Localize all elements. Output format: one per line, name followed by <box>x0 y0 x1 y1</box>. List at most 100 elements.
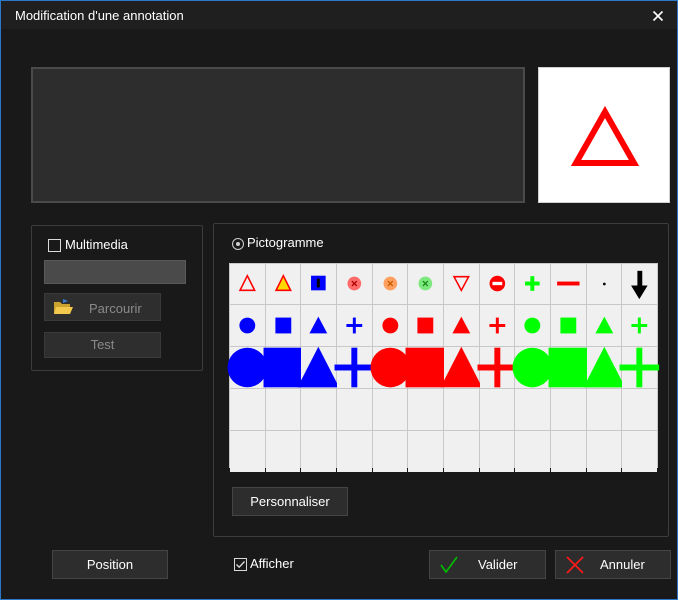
pictogram-cell-empty[interactable] <box>479 431 515 472</box>
pictogram-cell[interactable] <box>479 305 515 346</box>
red-triangle-small-icon <box>452 316 471 334</box>
green-x-circle-icon <box>418 276 433 291</box>
blue-square-large-icon <box>263 347 303 388</box>
pictogram-cell[interactable] <box>337 305 372 346</box>
pictogram-cell[interactable] <box>622 305 657 346</box>
pictogram-cell[interactable] <box>337 264 372 304</box>
pictogram-cell-empty[interactable] <box>265 389 301 430</box>
pictogram-cell[interactable] <box>444 305 479 346</box>
pictogram-radio[interactable] <box>232 238 244 250</box>
show-checkbox[interactable] <box>234 558 247 571</box>
pictogram-cell[interactable] <box>408 305 443 346</box>
pictogram-cell-empty[interactable] <box>337 389 372 430</box>
blue-triangle-small-icon <box>309 316 328 334</box>
pictogram-cell-empty[interactable] <box>408 389 443 430</box>
pictogram-cell[interactable] <box>479 264 515 304</box>
pictogram-cell-empty[interactable] <box>301 431 336 472</box>
blue-square-small-icon <box>275 317 291 334</box>
pictogram-cell[interactable] <box>440 346 483 388</box>
pictogram-cell[interactable] <box>372 264 408 304</box>
green-plus-small-icon <box>631 317 648 334</box>
pictogram-cell[interactable] <box>551 305 586 346</box>
pictogram-cell[interactable] <box>265 264 301 304</box>
window-title: Modification d'une annotation <box>15 8 184 23</box>
pictogram-cell[interactable] <box>551 264 586 304</box>
pictogram-cell-empty[interactable] <box>265 431 301 472</box>
open-folder-icon <box>53 298 73 316</box>
pictogram-cell-empty[interactable] <box>586 389 622 430</box>
pictogram-cell[interactable] <box>548 347 589 388</box>
pictogram-cell-empty[interactable] <box>230 389 265 430</box>
black-dot-icon <box>602 282 606 286</box>
pictogram-cell[interactable] <box>405 347 446 388</box>
cancel-button[interactable]: Annuler <box>555 550 671 579</box>
pictogram-cell[interactable] <box>444 264 479 304</box>
pictogram-cell[interactable] <box>263 347 303 388</box>
blue-square-black-bar-icon <box>311 275 326 291</box>
pictogram-cell[interactable] <box>230 305 265 346</box>
pictogram-grid <box>227 263 660 472</box>
pictogram-cell[interactable] <box>477 347 517 388</box>
pictogram-cell-empty[interactable] <box>301 389 336 430</box>
pictogram-cell-empty[interactable] <box>515 389 550 430</box>
test-button[interactable]: Test <box>44 332 161 358</box>
green-square-small-icon <box>560 317 577 334</box>
green-triangle-small-icon <box>595 316 613 334</box>
pictogram-cell[interactable] <box>622 264 657 304</box>
pictogram-cell-empty[interactable] <box>551 431 586 472</box>
pictogram-cell[interactable] <box>297 346 340 388</box>
red-yellow-triangle-icon <box>274 273 292 292</box>
pictogram-cell[interactable] <box>515 264 550 304</box>
validate-button[interactable]: Valider <box>429 550 546 579</box>
pictogram-cell[interactable] <box>372 305 408 346</box>
pictogram-cell[interactable] <box>301 305 336 346</box>
green-square-large-icon <box>548 347 589 388</box>
checkmark-icon <box>236 561 245 569</box>
browse-button[interactable]: Parcourir <box>44 293 161 321</box>
multimedia-file-field[interactable] <box>44 260 186 284</box>
black-down-arrow-icon <box>631 270 648 300</box>
show-label: Afficher <box>250 556 294 571</box>
pictogram-cell[interactable] <box>334 347 375 388</box>
pictogram-cell-empty[interactable] <box>372 389 408 430</box>
pictogram-cell[interactable] <box>227 347 268 388</box>
position-button[interactable]: Position <box>52 550 168 579</box>
pictogram-cell-empty[interactable] <box>337 431 372 472</box>
pictogram-cell-empty[interactable] <box>408 431 443 472</box>
pictogram-cell[interactable] <box>408 264 443 304</box>
no-entry-icon <box>489 275 505 292</box>
red-x-icon <box>564 555 586 575</box>
pictogram-cell-empty[interactable] <box>444 431 479 472</box>
red-x-circle-icon <box>347 276 362 291</box>
browse-label: Parcourir <box>89 301 142 316</box>
pictogram-cell-empty[interactable] <box>230 431 265 472</box>
pictogram-cell[interactable] <box>370 347 410 388</box>
pictogram-cell[interactable] <box>586 305 622 346</box>
pictogram-cell[interactable] <box>265 305 301 346</box>
multimedia-checkbox[interactable] <box>48 239 61 252</box>
pictogram-cell[interactable] <box>230 264 265 304</box>
pictogram-cell-empty[interactable] <box>372 431 408 472</box>
green-plus-icon <box>525 276 540 291</box>
pictogram-cell[interactable] <box>619 347 660 388</box>
annotation-text-area[interactable] <box>31 67 525 203</box>
pictogram-cell-empty[interactable] <box>622 389 657 430</box>
blue-circle-large-icon <box>227 347 268 388</box>
customize-button[interactable]: Personnaliser <box>232 487 348 516</box>
pictogram-cell[interactable] <box>586 264 622 304</box>
pictogram-cell-empty[interactable] <box>586 431 622 472</box>
pictogram-cell[interactable] <box>515 305 550 346</box>
pictogram-cell-empty[interactable] <box>551 389 586 430</box>
pictogram-cell-empty[interactable] <box>515 431 550 472</box>
close-icon[interactable] <box>649 7 667 25</box>
pictogram-cell[interactable] <box>583 346 625 388</box>
pictogram-cell[interactable] <box>301 264 336 304</box>
blue-circle-small-icon <box>239 317 256 334</box>
red-triangle-large-icon <box>440 346 483 388</box>
pictogram-cell-empty[interactable] <box>479 389 515 430</box>
orange-x-circle-icon <box>383 276 397 291</box>
pictogram-cell[interactable] <box>512 347 553 388</box>
pictogram-cell-empty[interactable] <box>444 389 479 430</box>
pictogram-cell-empty[interactable] <box>622 431 657 472</box>
red-circle-large-icon <box>370 347 410 388</box>
